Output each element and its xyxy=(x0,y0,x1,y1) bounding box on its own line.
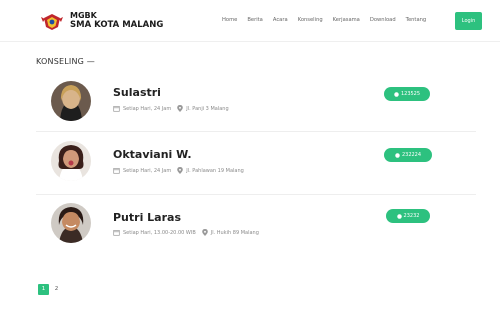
avatar xyxy=(51,203,91,243)
nav-kerjasama[interactable]: Kerjasama xyxy=(333,17,360,23)
brand-line2: SMA KOTA MALANG xyxy=(70,20,164,30)
nav-berita[interactable]: Berita xyxy=(247,17,263,23)
whatsapp-icon xyxy=(394,91,399,97)
login-button[interactable]: Login xyxy=(455,12,482,30)
nav-acara[interactable]: Acara xyxy=(273,17,288,23)
counselor-name: Oktaviani W. xyxy=(113,148,192,161)
phone-number: 23232 xyxy=(403,213,420,219)
avatar xyxy=(51,81,91,121)
schedule-text: Setiap Hari, 24 Jam xyxy=(123,105,172,112)
logo[interactable] xyxy=(40,9,64,33)
schedule-text: Setiap Hari, 13.00-20.00 WIB xyxy=(123,229,196,236)
counselor-meta: Setiap Hari, 24 Jam Jl. Panji 3 Malang xyxy=(113,105,229,112)
brand-line1: MGBK xyxy=(70,11,97,20)
address-text: Jl. Panji 3 Malang xyxy=(186,105,229,112)
whatsapp-button[interactable]: 23232 xyxy=(386,209,430,223)
avatar xyxy=(51,141,91,181)
whatsapp-button[interactable]: 123525 xyxy=(384,87,430,101)
crest-icon xyxy=(41,14,63,30)
main-nav: Home Berita Acara Konseling Kerjasama Do… xyxy=(222,17,436,23)
page-1[interactable]: 1 xyxy=(38,284,49,295)
schedule-text: Setiap Hari, 24 Jam xyxy=(123,167,172,174)
page-2[interactable]: 2 xyxy=(51,284,62,295)
map-pin-icon xyxy=(201,229,208,236)
counselor-name: Putri Laras xyxy=(113,211,182,224)
map-pin-icon xyxy=(177,105,184,112)
nav-tentang[interactable]: Tentang xyxy=(406,17,427,23)
map-pin-icon xyxy=(177,167,184,174)
counselor-item: Putri Laras Setiap Hari, 13.00-20.00 WIB… xyxy=(36,200,476,250)
site-header: MGBK SMA KOTA MALANG Home Berita Acara K… xyxy=(0,0,500,42)
calendar-icon xyxy=(113,106,120,112)
nav-home[interactable]: Home xyxy=(222,17,237,23)
address-text: Jl. Pahlawan 19 Malang xyxy=(186,167,244,174)
calendar-icon xyxy=(113,168,120,174)
phone-number: 232224 xyxy=(401,152,422,158)
phone-number: 123525 xyxy=(400,91,421,97)
address-text: Jl. Hukih 89 Malang xyxy=(210,229,259,236)
whatsapp-button[interactable]: 232224 xyxy=(384,148,432,162)
nav-konseling[interactable]: Konseling xyxy=(298,17,323,23)
nav-download[interactable]: Download xyxy=(370,17,396,23)
divider xyxy=(36,131,476,132)
counselor-meta: Setiap Hari, 13.00-20.00 WIB Jl. Hukih 8… xyxy=(113,229,259,236)
calendar-icon xyxy=(113,230,120,236)
counselor-meta: Setiap Hari, 24 Jam Jl. Pahlawan 19 Mala… xyxy=(113,167,244,174)
divider xyxy=(36,194,476,195)
pagination: 1 2 xyxy=(38,284,64,295)
whatsapp-icon xyxy=(396,213,402,219)
whatsapp-icon xyxy=(395,152,400,158)
counselor-item: Oktaviani W. Setiap Hari, 24 Jam Jl. Pah… xyxy=(36,138,476,188)
section-title: KONSELING — xyxy=(36,57,95,66)
counselor-item: Sulastri Setiap Hari, 24 Jam Jl. Panji 3… xyxy=(36,78,476,128)
counselor-name: Sulastri xyxy=(113,86,161,99)
brand-name[interactable]: MGBK SMA KOTA MALANG xyxy=(70,11,163,31)
